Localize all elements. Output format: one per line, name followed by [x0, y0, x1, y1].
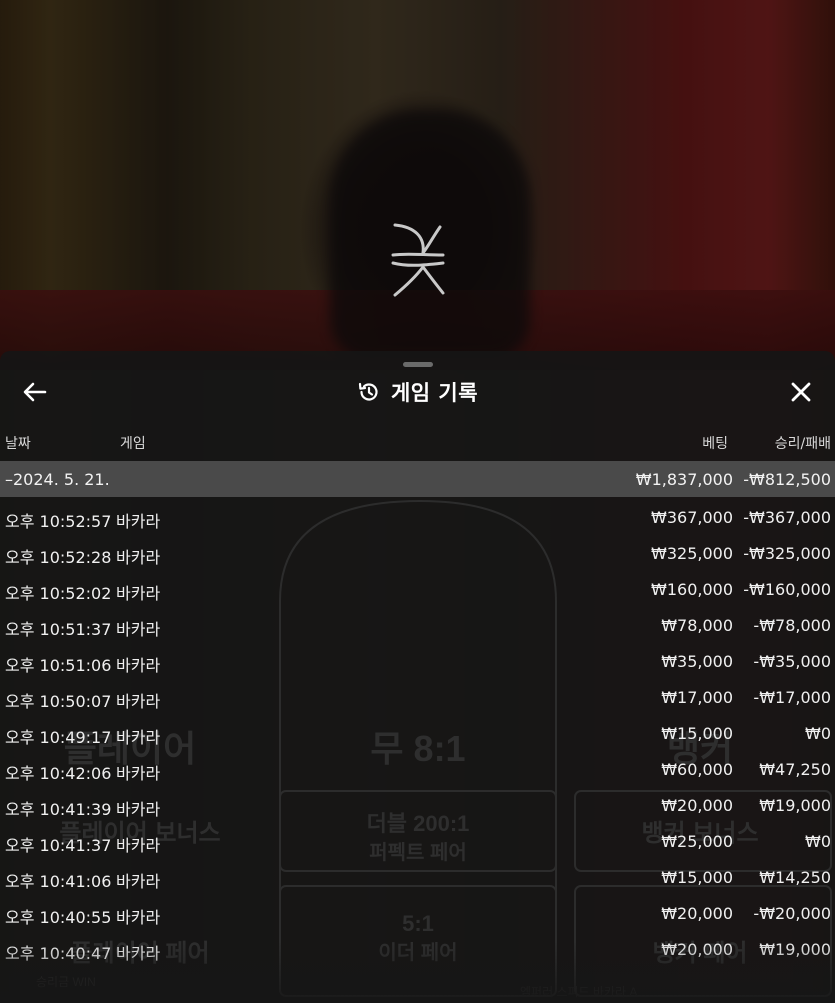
- row-game: 바카라: [116, 908, 161, 927]
- row-time: 오후 10:41:39: [5, 800, 112, 819]
- row-result: -₩325,000: [743, 544, 831, 563]
- history-row[interactable]: 오후 10:52:28 바카라 ₩325,000 -₩325,000: [0, 535, 835, 571]
- row-time: 오후 10:40:55: [5, 908, 112, 927]
- row-bet: ₩20,000: [661, 940, 733, 959]
- close-button[interactable]: [784, 376, 818, 408]
- history-row[interactable]: 오후 10:42:06 바카라 ₩60,000 ₩47,250: [0, 751, 835, 787]
- row-time: 오후 10:41:06: [5, 872, 112, 891]
- row-time: 오후 10:42:06: [5, 764, 112, 783]
- column-header-result[interactable]: 승리/패배: [775, 433, 831, 453]
- row-game: 바카라: [116, 728, 161, 747]
- row-result: -₩160,000: [743, 580, 831, 599]
- row-time: 오후 10:52:57: [5, 512, 112, 531]
- history-row[interactable]: 오후 10:41:06 바카라 ₩15,000 ₩14,250: [0, 859, 835, 895]
- row-game: 바카라: [116, 800, 161, 819]
- row-bet: ₩325,000: [651, 544, 733, 563]
- row-game: 바카라: [116, 692, 161, 711]
- history-list: 오후 10:52:57 바카라 ₩367,000 -₩367,000 오후 10:52…: [0, 499, 835, 967]
- row-bet: ₩78,000: [661, 616, 733, 635]
- row-game: 바카라: [116, 620, 161, 639]
- row-time: 오후 10:49:17: [5, 728, 112, 747]
- history-row[interactable]: 오후 10:40:47 바카라 ₩20,000 ₩19,000: [0, 931, 835, 967]
- group-total-result: -₩812,500: [743, 470, 831, 489]
- table-header: 날짜 게임 베팅 승리/패배: [0, 431, 835, 455]
- row-bet: ₩20,000: [661, 796, 733, 815]
- row-bet: ₩25,000: [661, 832, 733, 851]
- row-bet: ₩60,000: [661, 760, 733, 779]
- sheet-drag-handle[interactable]: [403, 362, 433, 367]
- row-game: 바카라: [116, 548, 161, 567]
- row-time: 오후 10:51:06: [5, 656, 112, 675]
- sheet-header: 게임 기록: [0, 375, 835, 409]
- row-result: -₩35,000: [753, 652, 831, 671]
- column-header-game[interactable]: 게임: [120, 433, 146, 453]
- row-bet: ₩35,000: [661, 652, 733, 671]
- history-row[interactable]: 오후 10:52:57 바카라 ₩367,000 -₩367,000: [0, 499, 835, 535]
- row-result: -₩17,000: [753, 688, 831, 707]
- row-time: 오후 10:52:02: [5, 584, 112, 603]
- history-row[interactable]: 오후 10:51:06 바카라 ₩35,000 -₩35,000: [0, 643, 835, 679]
- bg-table-name: 엠퍼러 스피드 바카라 A: [520, 985, 637, 999]
- history-row[interactable]: 오후 10:52:02 바카라 ₩160,000 -₩160,000: [0, 571, 835, 607]
- row-game: 바카라: [116, 764, 161, 783]
- history-icon: [358, 382, 378, 401]
- history-row[interactable]: 오후 10:40:55 바카라 ₩20,000 -₩20,000: [0, 895, 835, 931]
- bg-win-label: 승리금 WIN: [36, 975, 96, 989]
- sheet-title: 게임 기록: [390, 381, 479, 405]
- row-bet: ₩17,000: [661, 688, 733, 707]
- column-header-date[interactable]: 날짜: [5, 433, 31, 453]
- game-history-sheet: 플레이어 무 8:1 뱅커 플레이어 보너스 더블 200:1 퍼펙트 페어 뱅…: [0, 351, 835, 1003]
- row-bet: ₩20,000: [661, 904, 733, 923]
- history-row[interactable]: 오후 10:41:37 바카라 ₩25,000 ₩0: [0, 823, 835, 859]
- row-bet: ₩15,000: [661, 724, 733, 743]
- row-game: 바카라: [116, 944, 161, 963]
- row-result: ₩47,250: [759, 760, 831, 779]
- row-result: ₩19,000: [759, 940, 831, 959]
- row-result: ₩14,250: [759, 868, 831, 887]
- row-time: 오후 10:40:47: [5, 944, 112, 963]
- row-result: ₩0: [805, 724, 831, 743]
- row-result: ₩0: [805, 832, 831, 851]
- close-icon: [791, 382, 811, 402]
- row-time: 오후 10:51:37: [5, 620, 112, 639]
- row-time: 오후 10:41:37: [5, 836, 112, 855]
- row-result: -₩367,000: [743, 508, 831, 527]
- row-result: -₩20,000: [753, 904, 831, 923]
- row-bet: ₩160,000: [651, 580, 733, 599]
- row-time: 오후 10:52:28: [5, 548, 112, 567]
- row-time: 오후 10:50:07: [5, 692, 112, 711]
- loading-spinner-icon: [385, 215, 455, 305]
- row-game: 바카라: [116, 656, 161, 675]
- date-group-row[interactable]: –2024. 5. 21. ₩1,837,000 -₩812,500: [0, 461, 835, 497]
- history-row[interactable]: 오후 10:51:37 바카라 ₩78,000 -₩78,000: [0, 607, 835, 643]
- group-total-bet: ₩1,837,000: [635, 470, 733, 489]
- row-bet: ₩367,000: [651, 508, 733, 527]
- column-header-bet[interactable]: 베팅: [702, 433, 728, 453]
- row-result: -₩78,000: [753, 616, 831, 635]
- row-result: ₩19,000: [759, 796, 831, 815]
- history-row[interactable]: 오후 10:50:07 바카라 ₩17,000 -₩17,000: [0, 679, 835, 715]
- history-row[interactable]: 오후 10:49:17 바카라 ₩15,000 ₩0: [0, 715, 835, 751]
- row-bet: ₩15,000: [661, 868, 733, 887]
- row-game: 바카라: [116, 872, 161, 891]
- row-game: 바카라: [116, 584, 161, 603]
- history-row[interactable]: 오후 10:41:39 바카라 ₩20,000 ₩19,000: [0, 787, 835, 823]
- row-game: 바카라: [116, 512, 161, 531]
- group-date: –2024. 5. 21.: [5, 470, 110, 489]
- row-game: 바카라: [116, 836, 161, 855]
